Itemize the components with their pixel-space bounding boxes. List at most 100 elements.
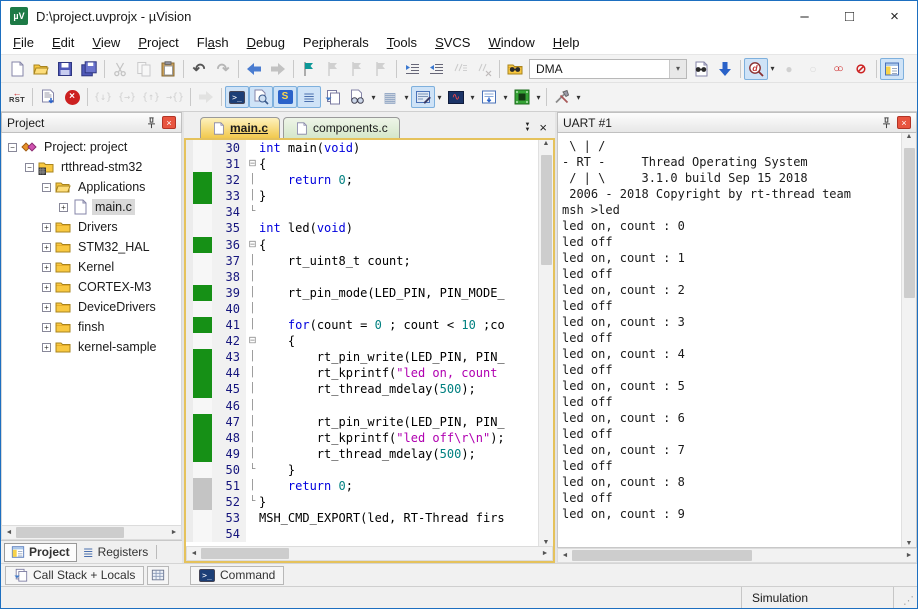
expander-plus-icon[interactable]: + bbox=[59, 203, 68, 212]
analysis-windows-button[interactable]: ∿ bbox=[444, 86, 468, 108]
expander-minus-icon[interactable]: − bbox=[8, 143, 17, 152]
menu-window[interactable]: Window bbox=[479, 33, 543, 52]
expander-plus-icon[interactable]: + bbox=[42, 323, 51, 332]
scroll-thumb[interactable] bbox=[904, 148, 915, 298]
tab-project[interactable]: Project bbox=[4, 543, 77, 562]
kill-all-breakpoints-button[interactable]: ⊘ bbox=[849, 58, 873, 80]
menu-file[interactable]: File bbox=[4, 33, 43, 52]
minimize-button[interactable]: – bbox=[782, 1, 827, 31]
symbols-window-toggle[interactable]: S bbox=[273, 86, 297, 108]
menu-view[interactable]: View bbox=[83, 33, 129, 52]
tree-item-stm32-hal[interactable]: +STM32_HAL bbox=[2, 237, 181, 257]
memory-window-tab[interactable] bbox=[147, 566, 169, 585]
tree-item-finsh[interactable]: +finsh bbox=[2, 317, 181, 337]
scroll-thumb[interactable] bbox=[16, 527, 124, 538]
expander-plus-icon[interactable]: + bbox=[42, 263, 51, 272]
debug-session-dropdown[interactable]: ▾ bbox=[768, 64, 777, 73]
toolbox-button[interactable] bbox=[510, 86, 534, 108]
scroll-left-icon[interactable]: ◄ bbox=[2, 529, 16, 536]
expander-plus-icon[interactable]: + bbox=[42, 343, 51, 352]
tab-call-stack-locals[interactable]: Call Stack + Locals bbox=[5, 566, 144, 585]
menu-help[interactable]: Help bbox=[544, 33, 589, 52]
expander-plus-icon[interactable]: + bbox=[42, 243, 51, 252]
maximize-button[interactable]: □ bbox=[827, 1, 872, 31]
call-stack-window-button[interactable] bbox=[321, 86, 345, 108]
scroll-down-icon[interactable]: ▼ bbox=[543, 539, 550, 546]
incremental-find-button[interactable] bbox=[713, 58, 737, 80]
uart-vscrollbar[interactable]: ▲ ▼ bbox=[901, 133, 916, 547]
scroll-down-icon[interactable]: ▼ bbox=[906, 540, 913, 547]
project-panel-close-icon[interactable]: × bbox=[162, 116, 176, 129]
code-line-31[interactable]: 31⊟{ bbox=[186, 156, 538, 172]
code-line-49[interactable]: 49│ rt_thread_mdelay(500); bbox=[186, 446, 538, 462]
pin-icon[interactable] bbox=[146, 117, 157, 129]
code-line-32[interactable]: 32│ return 0; bbox=[186, 172, 538, 188]
tree-item-cortex-m3[interactable]: +CORTEX-M3 bbox=[2, 277, 181, 297]
code-line-51[interactable]: 51│ return 0; bbox=[186, 478, 538, 494]
expander-plus-icon[interactable]: + bbox=[42, 303, 51, 312]
editor-vscrollbar[interactable]: ▲ ▼ bbox=[538, 140, 553, 546]
menu-svcs[interactable]: SVCS bbox=[426, 33, 479, 52]
code-line-35[interactable]: 35int led(void) bbox=[186, 220, 538, 236]
scroll-up-icon[interactable]: ▲ bbox=[906, 133, 913, 140]
run-button[interactable] bbox=[36, 86, 60, 108]
close-button[interactable]: × bbox=[872, 1, 917, 31]
serial-windows-dropdown[interactable]: ▾ bbox=[435, 93, 444, 102]
code-line-46[interactable]: 46│ bbox=[186, 398, 538, 414]
disable-all-breakpoints-button[interactable]: ○○ bbox=[825, 58, 849, 80]
tree-item-applications[interactable]: −Applications bbox=[2, 177, 181, 197]
scroll-right-icon[interactable]: ► bbox=[902, 552, 916, 559]
scroll-left-icon[interactable]: ◄ bbox=[558, 552, 572, 559]
tab-command[interactable]: >_ Command bbox=[190, 566, 284, 585]
debug-tools-button[interactable] bbox=[550, 86, 574, 108]
new-file-button[interactable] bbox=[5, 58, 29, 80]
navigate-back-button[interactable] bbox=[242, 58, 266, 80]
code-line-41[interactable]: 41│ for(count = 0 ; count < 10 ;co bbox=[186, 317, 538, 333]
combo-dropdown-icon[interactable]: ▾ bbox=[669, 60, 686, 78]
scroll-thumb[interactable] bbox=[201, 548, 289, 559]
scroll-right-icon[interactable]: ► bbox=[167, 529, 181, 536]
code-lines[interactable]: 30int main(void)31⊟{32│ return 0;33│}34└… bbox=[186, 140, 538, 546]
expander-plus-icon[interactable]: + bbox=[42, 283, 51, 292]
reset-button[interactable]: ← RST bbox=[5, 86, 29, 108]
tree-item-main-c[interactable]: +main.c bbox=[2, 197, 181, 217]
tab-main-c[interactable]: main.c bbox=[200, 117, 280, 138]
project-tree[interactable]: −Project: project−rtthread-stm32−Applica… bbox=[1, 133, 182, 525]
paste-button[interactable] bbox=[156, 58, 180, 80]
find-in-files-doc-button[interactable] bbox=[689, 58, 713, 80]
memory-windows-button[interactable]: ▦ bbox=[378, 86, 402, 108]
debug-tools-dropdown[interactable]: ▾ bbox=[574, 93, 583, 102]
code-line-45[interactable]: 45│ rt_thread_mdelay(500); bbox=[186, 381, 538, 397]
toolbox-dropdown[interactable]: ▾ bbox=[534, 93, 543, 102]
code-line-37[interactable]: 37│ rt_uint8_t count; bbox=[186, 253, 538, 269]
watch-windows-button[interactable] bbox=[345, 86, 369, 108]
system-viewer-button[interactable] bbox=[477, 86, 501, 108]
code-line-40[interactable]: 40│ bbox=[186, 301, 538, 317]
open-file-button[interactable] bbox=[29, 58, 53, 80]
uart-panel-close-icon[interactable]: × bbox=[897, 116, 911, 129]
undo-button[interactable]: ↶ bbox=[187, 58, 211, 80]
project-hscrollbar[interactable]: ◄ ► bbox=[1, 525, 182, 540]
navigate-forward-button[interactable] bbox=[266, 58, 290, 80]
expander-minus-icon[interactable]: − bbox=[25, 163, 34, 172]
menu-debug[interactable]: Debug bbox=[238, 33, 294, 52]
tree-item-project-project[interactable]: −Project: project bbox=[2, 137, 181, 157]
bookmark-toggle-button[interactable] bbox=[297, 58, 321, 80]
code-line-34[interactable]: 34└ bbox=[186, 204, 538, 220]
find-in-files-button[interactable] bbox=[503, 58, 527, 80]
code-line-53[interactable]: 53MSH_CMD_EXPORT(led, RT-Thread firs bbox=[186, 510, 538, 526]
save-all-button[interactable] bbox=[77, 58, 101, 80]
code-line-36[interactable]: 36⊟{ bbox=[186, 237, 538, 253]
command-window-toggle[interactable]: >_ bbox=[225, 86, 249, 108]
code-line-48[interactable]: 48│ rt_kprintf("led off\r\n"); bbox=[186, 430, 538, 446]
system-viewer-dropdown[interactable]: ▾ bbox=[501, 93, 510, 102]
target-select-combo[interactable]: DMA ▾ bbox=[529, 59, 687, 79]
window-list-icon[interactable]: ▼▼ bbox=[524, 123, 530, 132]
menu-peripherals[interactable]: Peripherals bbox=[294, 33, 378, 52]
uart-output[interactable]: \ | /- RT - Thread Operating System / | … bbox=[558, 133, 901, 547]
editor-hscrollbar[interactable]: ◄ ► bbox=[186, 546, 553, 561]
pin-icon[interactable] bbox=[881, 117, 892, 129]
memory-windows-dropdown[interactable]: ▾ bbox=[402, 93, 411, 102]
menu-edit[interactable]: Edit bbox=[43, 33, 83, 52]
tree-item-kernel-sample[interactable]: +kernel-sample bbox=[2, 337, 181, 357]
